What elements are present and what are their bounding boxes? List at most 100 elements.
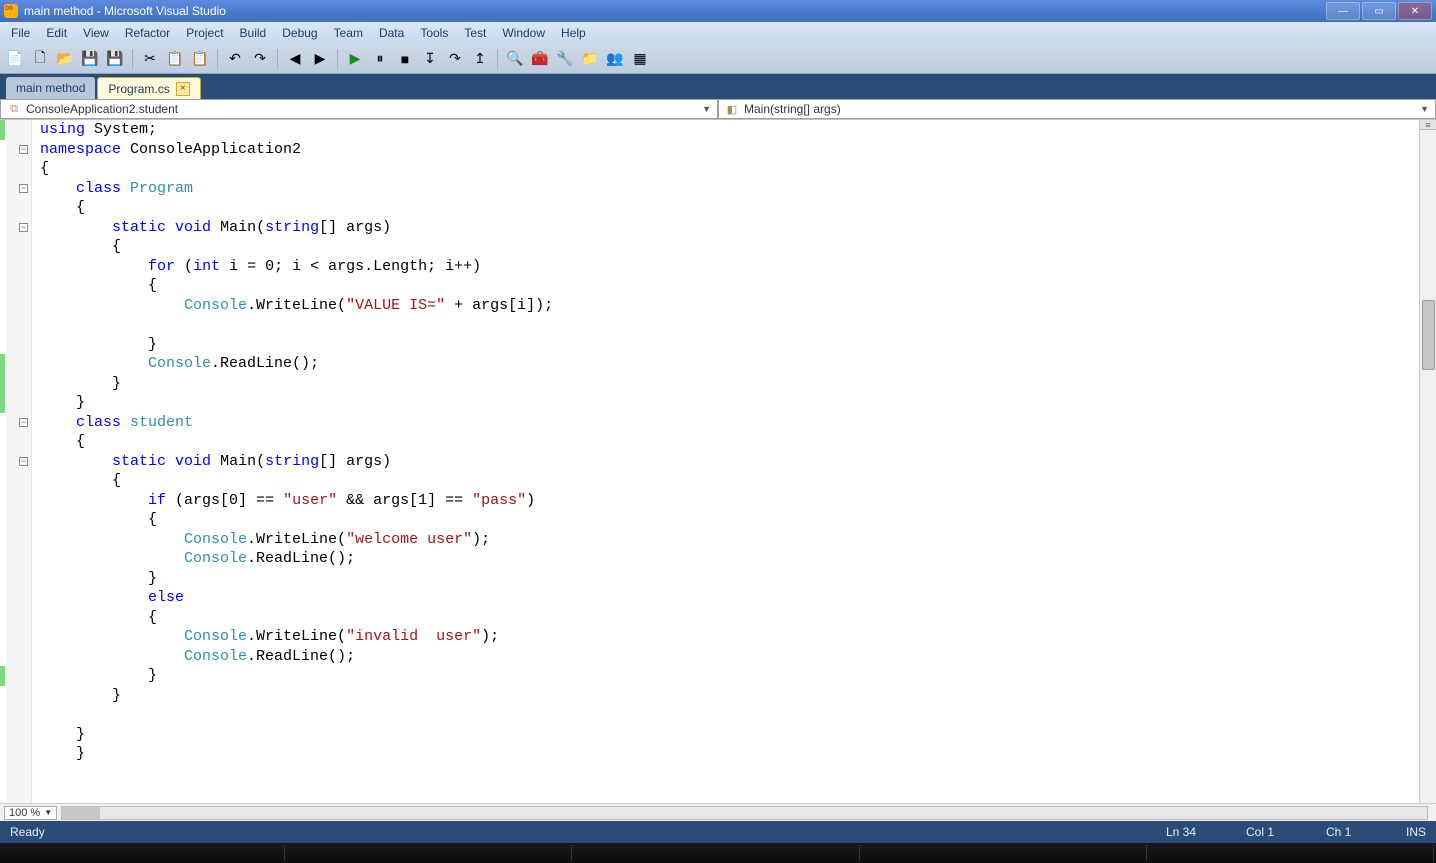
code-line[interactable]: { — [40, 237, 1415, 257]
toolbox-button[interactable]: 🧰 — [529, 48, 551, 70]
cut-button[interactable]: ✂ — [139, 48, 161, 70]
scrollbar-thumb[interactable] — [62, 807, 100, 819]
code-line[interactable]: } — [40, 374, 1415, 394]
nav-fwd-button[interactable]: ▶ — [309, 48, 331, 70]
code-line[interactable]: } — [40, 335, 1415, 355]
fold-gutter[interactable]: − − − − − — [6, 120, 32, 803]
code-line[interactable]: } — [40, 686, 1415, 706]
scrollbar-thumb[interactable] — [1422, 300, 1435, 370]
code-line[interactable]: namespace ConsoleApplication2 — [40, 140, 1415, 160]
maximize-button[interactable]: ▭ — [1362, 2, 1396, 20]
code-line[interactable]: } — [40, 666, 1415, 686]
step-out-button[interactable]: ↥ — [469, 48, 491, 70]
open-button[interactable]: 📂 — [54, 48, 76, 70]
zoom-value: 100 % — [9, 807, 40, 819]
nav-back-button[interactable]: ◀ — [284, 48, 306, 70]
new-item-button[interactable]: 🗋 — [29, 48, 51, 70]
step-into-button[interactable]: ↧ — [419, 48, 441, 70]
code-line[interactable]: } — [40, 393, 1415, 413]
code-line[interactable]: using System; — [40, 120, 1415, 140]
extras-button[interactable]: ▦ — [629, 48, 651, 70]
stop-button[interactable]: ■ — [394, 48, 416, 70]
tab-program-cs[interactable]: Program.cs× — [97, 77, 200, 99]
fold-toggle[interactable]: − — [19, 223, 28, 232]
fold-toggle[interactable]: − — [19, 418, 28, 427]
code-line[interactable]: Console.WriteLine("welcome user"); — [40, 530, 1415, 550]
code-line[interactable]: } — [40, 725, 1415, 745]
code-line[interactable]: if (args[0] == "user" && args[1] == "pas… — [40, 491, 1415, 511]
code-line[interactable]: for (int i = 0; i < args.Length; i++) — [40, 257, 1415, 277]
close-tab-button[interactable]: × — [176, 82, 190, 96]
tab-main-method[interactable]: main method — [6, 77, 95, 99]
code-line[interactable]: Console.ReadLine(); — [40, 647, 1415, 667]
code-line[interactable]: static void Main(string[] args) — [40, 218, 1415, 238]
code-line[interactable]: Console.ReadLine(); — [40, 549, 1415, 569]
code-line[interactable]: } — [40, 744, 1415, 764]
class-selector-text: ConsoleApplication2.student — [26, 102, 178, 116]
save-all-button[interactable]: 💾 — [104, 48, 126, 70]
team-explorer-button[interactable]: 👥 — [604, 48, 626, 70]
minimize-button[interactable]: — — [1326, 2, 1360, 20]
code-line[interactable] — [40, 705, 1415, 725]
solution-explorer-button[interactable]: 📁 — [579, 48, 601, 70]
code-area[interactable]: using System;namespace ConsoleApplicatio… — [32, 120, 1419, 803]
code-line[interactable]: { — [40, 198, 1415, 218]
save-button[interactable]: 💾 — [79, 48, 101, 70]
menu-bar: FileEditViewRefactorProjectBuildDebugTea… — [0, 22, 1436, 44]
menu-item-test[interactable]: Test — [457, 24, 493, 42]
horizontal-scrollbar[interactable] — [61, 806, 1428, 820]
code-line[interactable]: } — [40, 569, 1415, 589]
code-line[interactable] — [40, 315, 1415, 335]
method-icon: ◧ — [725, 102, 739, 116]
menu-item-build[interactable]: Build — [233, 24, 274, 42]
menu-item-refactor[interactable]: Refactor — [118, 24, 177, 42]
fold-toggle[interactable]: − — [19, 145, 28, 154]
menu-item-tools[interactable]: Tools — [413, 24, 455, 42]
code-line[interactable]: { — [40, 471, 1415, 491]
change-marker — [0, 374, 5, 394]
code-line[interactable]: else — [40, 588, 1415, 608]
code-line[interactable]: Console.WriteLine("invalid user"); — [40, 627, 1415, 647]
redo-button[interactable]: ↷ — [249, 48, 271, 70]
find-button[interactable]: 🔍 — [504, 48, 526, 70]
vertical-scrollbar[interactable]: ≡ — [1419, 120, 1436, 803]
code-editor[interactable]: − − − − − using System;namespace ConsoleAppl… — [0, 120, 1436, 803]
class-selector[interactable]: ⧉ ConsoleApplication2.student ▼ — [0, 99, 718, 119]
code-line[interactable]: { — [40, 608, 1415, 628]
code-line[interactable]: Console.ReadLine(); — [40, 354, 1415, 374]
class-icon: ⧉ — [7, 102, 21, 116]
menu-item-edit[interactable]: Edit — [39, 24, 74, 42]
menu-item-window[interactable]: Window — [495, 24, 552, 42]
copy-button[interactable]: 📋 — [164, 48, 186, 70]
code-line[interactable]: { — [40, 432, 1415, 452]
menu-item-team[interactable]: Team — [327, 24, 370, 42]
code-line[interactable]: { — [40, 159, 1415, 179]
code-line[interactable]: Console.WriteLine("VALUE IS=" + args[i])… — [40, 296, 1415, 316]
close-button[interactable]: ✕ — [1398, 2, 1432, 20]
fold-toggle[interactable]: − — [19, 184, 28, 193]
menu-item-view[interactable]: View — [76, 24, 116, 42]
menu-item-project[interactable]: Project — [179, 24, 230, 42]
paste-button[interactable]: 📋 — [189, 48, 211, 70]
menu-item-data[interactable]: Data — [372, 24, 411, 42]
zoom-picker[interactable]: 100 % ▼ — [4, 806, 57, 820]
split-handle[interactable]: ≡ — [1420, 120, 1436, 130]
fold-toggle[interactable]: − — [19, 457, 28, 466]
member-selector[interactable]: ◧ Main(string[] args) ▼ — [718, 99, 1436, 119]
code-line[interactable]: { — [40, 276, 1415, 296]
menu-item-help[interactable]: Help — [554, 24, 593, 42]
menu-item-debug[interactable]: Debug — [275, 24, 324, 42]
code-line[interactable]: class student — [40, 413, 1415, 433]
step-over-button[interactable]: ↷ — [444, 48, 466, 70]
properties-button[interactable]: 🔧 — [554, 48, 576, 70]
new-project-button[interactable]: 📄 — [4, 48, 26, 70]
windows-taskbar[interactable] — [0, 843, 1436, 863]
start-debug-button[interactable]: ▶ — [344, 48, 366, 70]
code-line[interactable]: class Program — [40, 179, 1415, 199]
change-marker — [0, 666, 5, 686]
pause-button[interactable]: ⏸ — [369, 48, 391, 70]
code-line[interactable]: { — [40, 510, 1415, 530]
code-line[interactable]: static void Main(string[] args) — [40, 452, 1415, 472]
undo-button[interactable]: ↶ — [224, 48, 246, 70]
menu-item-file[interactable]: File — [4, 24, 37, 42]
